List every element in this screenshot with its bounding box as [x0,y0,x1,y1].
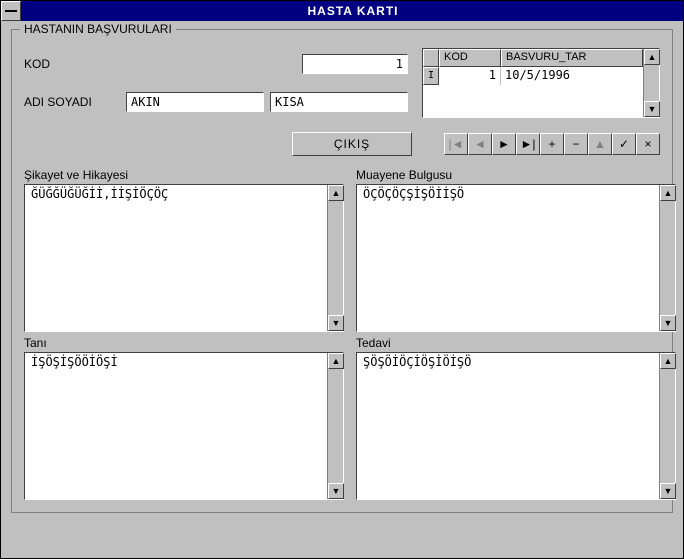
grid-header-selector[interactable] [423,49,439,67]
groupbox-title: HASTANIN BAŞVURULARI [20,22,176,36]
tedavi-label: Tedavi [356,336,676,350]
grid-scrollbar[interactable]: ▲ ▼ [643,49,659,117]
first-icon: |◄ [449,137,464,151]
db-navigator: |◄ ◄ ► ►| + − ▲ ✓ × [444,133,660,155]
x-icon: × [644,137,651,151]
tani-textarea[interactable]: İŞÖŞİŞÖÖİÖŞİ ▲ ▼ [24,352,344,500]
window: HASTA KARTI HASTANIN BAŞVURULARI KOD ADI… [0,0,684,559]
nav-prev-button[interactable]: ◄ [468,133,492,155]
tedavi-textarea[interactable]: ŞÖŞÖİÖÇİÖŞİÖİŞÖ ▲ ▼ [356,352,676,500]
scroll-track[interactable] [660,369,675,483]
sikayet-scrollbar[interactable]: ▲ ▼ [327,185,343,331]
nav-next-button[interactable]: ► [492,133,516,155]
scroll-track[interactable] [328,201,343,315]
prev-icon: ◄ [474,137,486,151]
scroll-up-icon[interactable]: ▲ [660,185,676,201]
tani-content: İŞÖŞİŞÖÖİÖŞİ [25,353,327,499]
grid-row[interactable]: I 1 10/5/1996 [423,67,643,85]
sikayet-label: Şikayet ve Hikayesi [24,168,344,182]
sikayet-textarea[interactable]: ĞÜĞĞÜĞÜĞİİ,İİŞİÖÇÖÇ ▲ ▼ [24,184,344,332]
muayene-textarea[interactable]: ÖÇÖÇÖÇŞİŞÖİİŞÖ ▲ ▼ [356,184,676,332]
tani-scrollbar[interactable]: ▲ ▼ [327,353,343,499]
ad-input[interactable] [126,92,264,112]
nav-cancel-button[interactable]: × [636,133,660,155]
scroll-up-icon[interactable]: ▲ [328,353,344,369]
system-menu-button[interactable] [1,1,21,21]
nav-last-button[interactable]: ►| [516,133,540,155]
nav-post-button[interactable]: ✓ [612,133,636,155]
nav-first-button[interactable]: |◄ [444,133,468,155]
check-icon: ✓ [619,137,629,151]
minus-icon: − [572,137,579,151]
muayene-content: ÖÇÖÇÖÇŞİŞÖİİŞÖ [357,185,659,331]
row-tar: 10/5/1996 [501,67,643,85]
kod-input[interactable] [302,54,408,74]
scroll-down-icon[interactable]: ▼ [644,101,660,117]
adsoyad-label: ADI SOYADI [24,95,120,109]
scroll-track[interactable] [660,201,675,315]
scroll-up-icon[interactable]: ▲ [644,49,660,65]
nav-delete-button[interactable]: − [564,133,588,155]
kod-label: KOD [24,57,120,71]
tedavi-content: ŞÖŞÖİÖÇİÖŞİÖİŞÖ [357,353,659,499]
muayene-label: Muayene Bulgusu [356,168,676,182]
scroll-down-icon[interactable]: ▼ [328,483,344,499]
edit-icon: ▲ [594,137,606,151]
basvuru-grid[interactable]: KOD BASVURU_TAR I 1 10/5/1996 ▲ [422,48,660,118]
window-title: HASTA KARTI [23,4,683,18]
scroll-down-icon[interactable]: ▼ [660,315,676,331]
grid-header-tar[interactable]: BASVURU_TAR [501,49,643,67]
groupbox-basvurular: HASTANIN BAŞVURULARI KOD ADI SOYADI [11,29,673,513]
nav-edit-button[interactable]: ▲ [588,133,612,155]
last-icon: ►| [521,137,536,151]
plus-icon: + [548,137,555,151]
muayene-scrollbar[interactable]: ▲ ▼ [659,185,675,331]
scroll-track[interactable] [644,65,659,101]
next-icon: ► [498,137,510,151]
nav-insert-button[interactable]: + [540,133,564,155]
scroll-up-icon[interactable]: ▲ [660,353,676,369]
grid-header-kod[interactable]: KOD [439,49,501,67]
scroll-down-icon[interactable]: ▼ [660,483,676,499]
scroll-track[interactable] [328,369,343,483]
tani-label: Tanı [24,336,344,350]
row-marker: I [423,67,439,85]
sikayet-content: ĞÜĞĞÜĞÜĞİİ,İİŞİÖÇÖÇ [25,185,327,331]
scroll-down-icon[interactable]: ▼ [328,315,344,331]
row-kod: 1 [439,67,501,85]
soyad-input[interactable] [270,92,408,112]
titlebar: HASTA KARTI [1,1,683,21]
scroll-up-icon[interactable]: ▲ [328,185,344,201]
cikis-button[interactable]: ÇIKIŞ [292,132,412,156]
tedavi-scrollbar[interactable]: ▲ ▼ [659,353,675,499]
